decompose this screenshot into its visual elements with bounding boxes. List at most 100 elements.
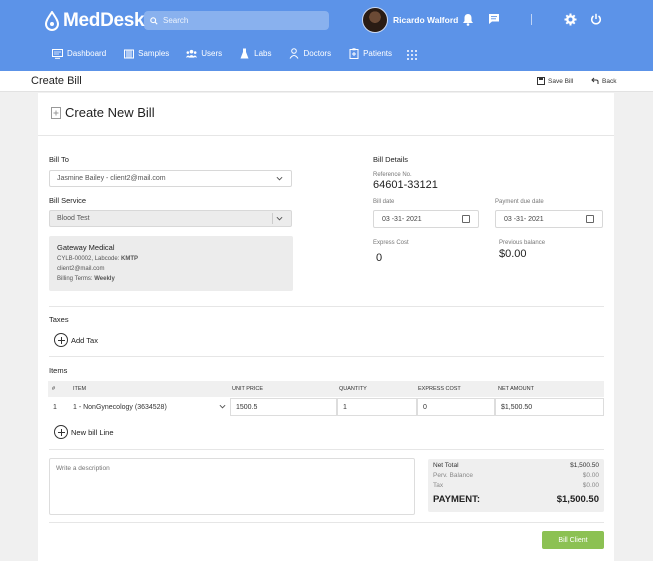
card-title: Create New Bill: [51, 105, 155, 120]
card-title-text: Create New Bill: [65, 105, 155, 120]
items-table-header: # ITEM UNIT PRICE QUANTITY EXPRESS COST …: [48, 381, 604, 397]
client-code: CYLB-00002, Labcode:: [57, 256, 122, 262]
divider: [49, 356, 604, 357]
bell-icon[interactable]: [461, 12, 475, 26]
search-box[interactable]: [144, 11, 329, 30]
nav-dashboard[interactable]: Dashboard: [52, 48, 106, 59]
divider: [49, 306, 604, 307]
logo-drop-icon: [44, 10, 60, 31]
app-logo[interactable]: MedDesk: [44, 10, 145, 32]
chevron-down-icon: [276, 216, 283, 221]
client-info-box: Gateway Medical CYLB-00002, Labcode: KMT…: [49, 236, 293, 291]
description-textarea[interactable]: [49, 458, 415, 515]
column-header: #: [52, 386, 56, 392]
billing-terms-label: Billing Terms:: [57, 276, 95, 282]
search-icon: [150, 12, 158, 30]
net-total-value: $1,500.50: [570, 462, 599, 469]
nav-label: Patients: [363, 49, 392, 58]
divider: [49, 449, 604, 450]
header-divider: [531, 14, 532, 25]
express-cost-label: Express Cost: [373, 240, 409, 246]
create-bill-card: Create New Bill Bill To Jasmine Bailey -…: [38, 93, 614, 561]
app-name: MedDesk: [63, 10, 145, 31]
calendar-icon[interactable]: [586, 215, 594, 223]
tax-value: $0.00: [582, 482, 599, 489]
chat-icon[interactable]: [487, 12, 501, 26]
item-value: 1 - NonGynecology (3634528): [73, 403, 167, 411]
new-bill-line-button[interactable]: New bill Line: [54, 425, 114, 439]
doctor-icon: [289, 48, 300, 59]
save-bill-label: Save Bill: [548, 77, 574, 85]
payment-label: PAYMENT:: [433, 494, 480, 505]
nav-users[interactable]: Users: [186, 48, 222, 59]
nav-patients[interactable]: Patients: [348, 48, 392, 59]
gear-icon[interactable]: [563, 12, 577, 26]
power-icon[interactable]: [589, 12, 603, 26]
due-date-value: 03 -31- 2021: [504, 215, 544, 223]
bill-service-select[interactable]: Blood Test: [49, 210, 292, 227]
client-name: Gateway Medical: [57, 243, 115, 252]
client-email: client2@mail.com: [57, 266, 105, 272]
previous-balance-value: $0.00: [499, 248, 527, 260]
users-icon: [186, 48, 198, 59]
column-header: NET AMOUNT: [498, 386, 534, 392]
select-divider: [272, 213, 273, 224]
flask-icon: [239, 48, 250, 59]
nav-doctors[interactable]: Doctors: [289, 48, 331, 59]
chevron-down-icon: [276, 176, 283, 181]
bill-details-title: Bill Details: [373, 155, 409, 164]
nav-samples[interactable]: Samples: [123, 48, 169, 59]
column-header: QUANTITY: [339, 386, 367, 392]
net-amount-value: $1,500.50: [501, 403, 533, 411]
column-header: EXPRESS COST: [418, 386, 461, 392]
unit-price-input[interactable]: 1500.5: [230, 398, 337, 416]
monitor-icon: [52, 48, 63, 59]
item-select[interactable]: 1 - NonGynecology (3634528): [68, 398, 230, 416]
bill-to-select[interactable]: Jasmine Bailey - client2@mail.com: [49, 170, 292, 187]
due-date-input[interactable]: 03 -31- 2021: [495, 210, 603, 228]
bill-date-label: Bill date: [373, 199, 395, 205]
calendar-icon[interactable]: [462, 215, 470, 223]
due-date-label: Payment due date: [495, 199, 544, 205]
nav-label: Samples: [138, 49, 170, 58]
apps-grid-icon[interactable]: [407, 50, 417, 60]
reference-number: 64601-33121: [373, 179, 438, 191]
bill-to-label: Bill To: [49, 155, 69, 164]
add-tax-label: Add Tax: [71, 335, 98, 345]
express-cost-input[interactable]: 0: [417, 398, 495, 416]
bill-date-input[interactable]: 03 -31- 2021: [373, 210, 479, 228]
divider: [38, 135, 614, 136]
divider: [49, 522, 604, 523]
bill-client-button[interactable]: Bill Client: [542, 531, 604, 549]
net-amount-cell: $1,500.50: [495, 398, 604, 416]
nav-labs[interactable]: Labs: [239, 48, 272, 59]
nav-label: Dashboard: [67, 49, 107, 58]
prev-balance-row: Perv. Balance $0.00: [433, 472, 599, 479]
document-plus-icon: [51, 106, 61, 119]
bill-service-label: Bill Service: [49, 196, 87, 205]
patients-icon: [348, 48, 359, 59]
back-button[interactable]: Back: [591, 77, 616, 85]
avatar[interactable]: [362, 7, 388, 33]
taxes-label: Taxes: [49, 315, 69, 324]
nav-label: Users: [201, 49, 223, 58]
back-arrow-icon: [591, 77, 599, 85]
add-tax-button[interactable]: Add Tax: [54, 333, 98, 347]
save-bill-button[interactable]: Save Bill: [537, 77, 573, 85]
prev-balance-label: Perv. Balance: [433, 472, 473, 479]
payment-row: PAYMENT: $1,500.50: [433, 494, 599, 505]
billing-terms: Weekly: [94, 276, 115, 282]
search-input[interactable]: [163, 16, 313, 25]
net-total-label: Net Total: [433, 462, 459, 469]
reference-label: Reference No.: [373, 172, 412, 178]
billing-terms-line: Billing Terms: Weekly: [57, 276, 115, 282]
totals-box: Net Total $1,500.50 Perv. Balance $0.00 …: [428, 459, 604, 512]
quantity-input[interactable]: 1: [337, 398, 417, 416]
items-label: Items: [49, 366, 68, 375]
bill-date-value: 03 -31- 2021: [382, 215, 422, 223]
plus-circle-icon: [54, 333, 68, 347]
samples-icon: [123, 48, 134, 59]
back-label: Back: [602, 77, 617, 85]
user-name[interactable]: Ricardo Walford: [393, 15, 458, 25]
page-title: Create Bill: [31, 75, 82, 87]
